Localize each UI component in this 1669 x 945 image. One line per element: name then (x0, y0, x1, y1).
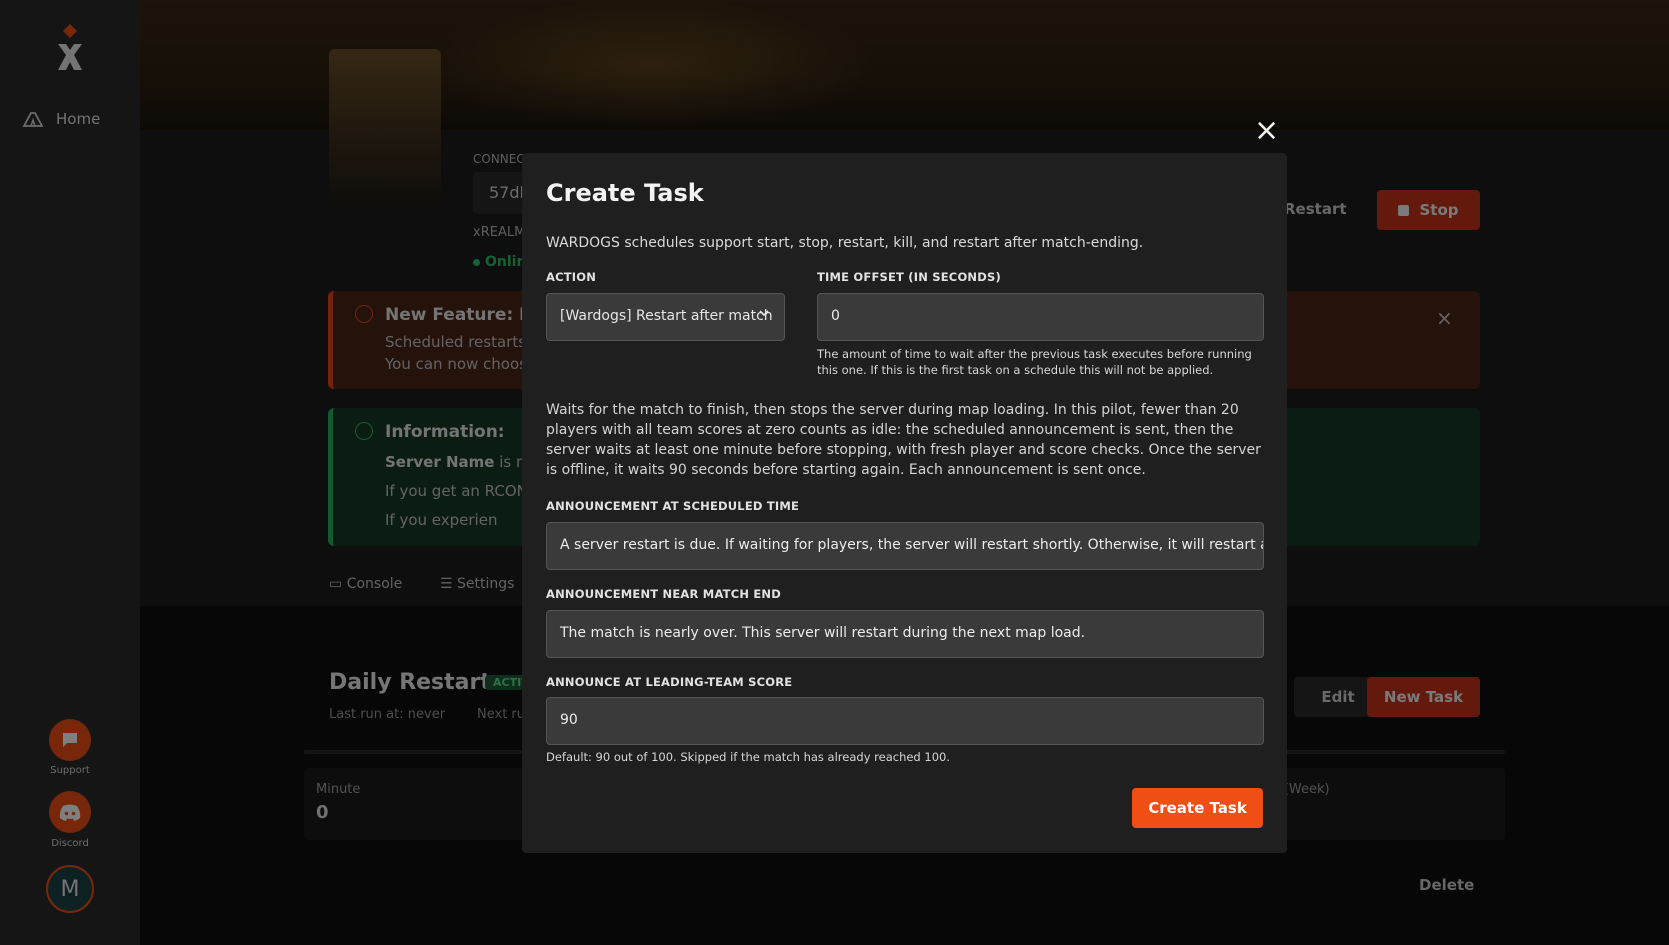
time-offset-help: The amount of time to wait after the pre… (817, 347, 1252, 377)
close-icon[interactable]: × (1254, 116, 1279, 146)
action-select[interactable]: [Wardogs] Restart after match (546, 293, 785, 341)
chevron-down-icon (759, 310, 769, 317)
announcement-scheduled-label: ANNOUNCEMENT AT SCHEDULED TIME (546, 499, 800, 513)
create-task-button[interactable]: Create Task (1132, 788, 1263, 828)
announcement-match-end-input[interactable]: The match is nearly over. This server wi… (546, 610, 1264, 658)
time-offset-label: TIME OFFSET (IN SECONDS) (817, 270, 1001, 284)
announce-score-help: Default: 90 out of 100. Skipped if the m… (546, 750, 950, 764)
time-offset-input[interactable]: 0 (817, 293, 1264, 341)
announce-score-input[interactable]: 90 (546, 697, 1264, 745)
action-label: ACTION (546, 270, 597, 284)
modal-description: WARDOGS schedules support start, stop, r… (546, 235, 1144, 251)
announce-score-label: ANNOUNCE AT LEADING-TEAM SCORE (546, 675, 793, 689)
task-explanation: Waits for the match to finish, then stop… (546, 402, 1261, 478)
announcement-match-end-label: ANNOUNCEMENT NEAR MATCH END (546, 587, 781, 601)
create-task-modal: Create Task WARDOGS schedules support st… (522, 153, 1287, 853)
modal-title: Create Task (546, 179, 704, 207)
announcement-scheduled-input[interactable]: A server restart is due. If waiting for … (546, 522, 1264, 570)
